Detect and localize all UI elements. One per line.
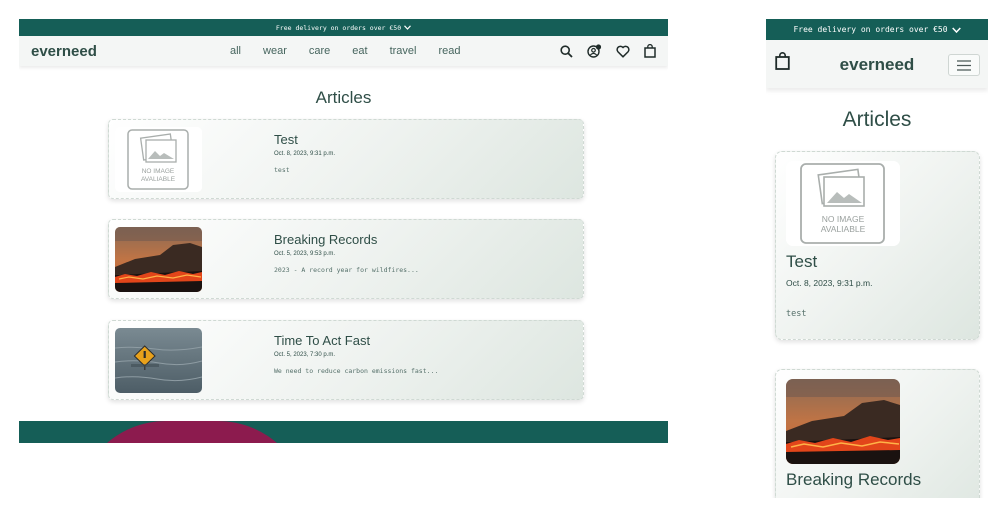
shopping-bag-icon[interactable]: [644, 44, 656, 58]
article-excerpt: 2023 - A record year for wildfires...: [274, 266, 419, 274]
article-thumbnail: [786, 379, 900, 464]
nav-item-read[interactable]: read: [438, 45, 460, 57]
nav-item-eat[interactable]: eat: [352, 45, 367, 57]
article-thumbnail: NO IMAGE AVALIABLE: [786, 161, 900, 246]
article-thumbnail: [115, 227, 202, 292]
page-title: Articles: [842, 108, 912, 131]
article-excerpt: test: [274, 166, 290, 174]
promo-text: Free delivery on orders over €50: [793, 25, 948, 34]
brand-logo[interactable]: everneed: [31, 43, 216, 60]
mobile-navbar: everneed: [766, 40, 988, 88]
article-card[interactable]: NO IMAGE AVALIABLE Test Oct. 8, 2023, 9:…: [775, 151, 980, 340]
nav-item-all[interactable]: all: [230, 45, 241, 57]
article-date: Oct. 8, 2023, 9:31 p.m.: [274, 151, 336, 157]
article-card[interactable]: Breaking Records Oct. 5, 2023, 9:53 p.m.…: [108, 219, 584, 299]
screenshot-stage: Free delivery on orders over €50 evernee…: [0, 0, 1005, 517]
article-excerpt: test: [786, 309, 807, 319]
desktop-view: Free delivery on orders over €50 evernee…: [19, 19, 668, 443]
flooded-sign-image: [115, 328, 202, 393]
article-title[interactable]: Breaking Records: [786, 470, 921, 490]
header-icons: [560, 44, 656, 58]
nav-item-wear[interactable]: wear: [263, 45, 287, 57]
promo-banner[interactable]: Free delivery on orders over €50: [766, 19, 988, 40]
account-icon[interactable]: [587, 44, 602, 58]
no-image-line-1: NO IMAGE: [822, 214, 865, 224]
article-title[interactable]: Breaking Records: [274, 232, 377, 247]
footer-decoration: [76, 421, 308, 443]
article-thumbnail: NO IMAGE AVALIABLE: [115, 127, 202, 192]
hamburger-icon[interactable]: [948, 54, 980, 76]
article-card[interactable]: NO IMAGE AVALIABLE Test Oct. 8, 2023, 9:…: [108, 119, 584, 199]
category-menu: all wear care eat travel read: [216, 45, 560, 57]
article-date: Oct. 5, 2023, 9:53 p.m.: [274, 251, 336, 257]
search-icon[interactable]: [560, 44, 573, 58]
chevron-down-icon: [404, 25, 412, 30]
promo-banner[interactable]: Free delivery on orders over €50: [19, 19, 668, 36]
wildfire-image: [786, 379, 900, 464]
article-title[interactable]: Time To Act Fast: [274, 333, 370, 348]
main-navbar: everneed all wear care eat travel read: [19, 36, 668, 66]
article-card[interactable]: Time To Act Fast Oct. 5, 2023, 7:30 p.m.…: [108, 320, 584, 400]
no-image-line-2: AVALIABLE: [141, 176, 176, 183]
mobile-view: Free delivery on orders over €50 evernee…: [766, 19, 988, 498]
promo-text: Free delivery on orders over €50: [275, 23, 402, 32]
article-title[interactable]: Test: [274, 132, 298, 147]
article-card[interactable]: Breaking Records: [775, 369, 980, 498]
article-title[interactable]: Test: [786, 252, 817, 272]
article-excerpt: We need to reduce carbon emissions fast.…: [274, 367, 439, 375]
article-date: Oct. 5, 2023, 7:30 p.m.: [274, 352, 336, 358]
page-title: Articles: [315, 88, 372, 107]
wildfire-image: [115, 227, 202, 292]
no-image-line-2: AVALIABLE: [821, 224, 866, 234]
article-thumbnail: [115, 328, 202, 393]
nav-item-care[interactable]: care: [309, 45, 330, 57]
no-image-line-1: NO IMAGE: [142, 168, 175, 175]
heart-icon[interactable]: [616, 45, 630, 58]
chevron-down-icon: [951, 26, 961, 33]
article-date: Oct. 8, 2023, 9:31 p.m.: [786, 278, 873, 288]
footer-bar: [19, 421, 668, 443]
nav-item-travel[interactable]: travel: [390, 45, 417, 57]
